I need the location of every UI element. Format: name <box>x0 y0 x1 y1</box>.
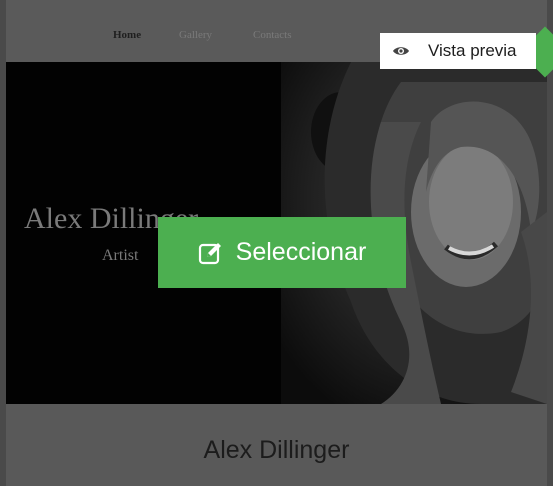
nav-link-contacts: Contacts <box>253 29 292 41</box>
preview-button[interactable]: Vista previa <box>380 33 536 69</box>
nav-link-gallery: Gallery <box>179 29 212 41</box>
eye-icon <box>393 47 409 55</box>
template-name: Alex Dillinger <box>203 436 350 464</box>
nav-link-home: Home <box>113 29 142 41</box>
edit-icon <box>198 242 221 264</box>
hero-role: Artist <box>102 247 139 264</box>
select-button[interactable]: Seleccionar <box>158 217 406 288</box>
select-button-label: Seleccionar <box>235 238 367 266</box>
preview-button-label: Vista previa <box>428 41 517 60</box>
